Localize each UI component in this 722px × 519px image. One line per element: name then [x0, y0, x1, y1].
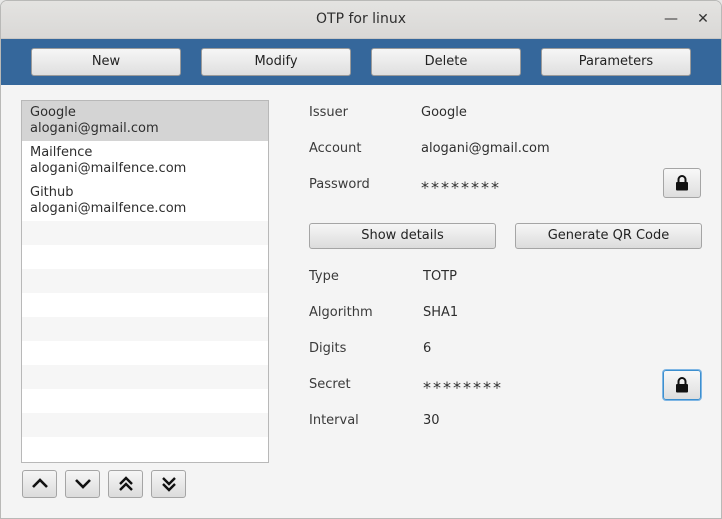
lock-icon	[676, 377, 688, 393]
empty-row	[22, 341, 268, 365]
list-item-issuer: Mailfence	[30, 145, 93, 160]
window-title: OTP for linux	[316, 11, 406, 27]
password-value: ********	[421, 178, 501, 197]
app-window: OTP for linux — ✕ New Modify Delete Para…	[0, 0, 722, 519]
secret-value: ********	[423, 378, 503, 397]
list-item-issuer: Google	[30, 105, 76, 120]
close-button[interactable]: ✕	[694, 10, 712, 28]
secret-lock-button[interactable]	[663, 370, 701, 400]
parameters-button[interactable]: Parameters	[541, 48, 691, 76]
toolbar: New Modify Delete Parameters	[1, 39, 721, 85]
list-item-issuer: Github	[30, 185, 74, 200]
move-top-button[interactable]	[108, 470, 143, 498]
digits-label: Digits	[309, 341, 347, 356]
interval-value: 30	[423, 413, 440, 428]
new-button[interactable]: New	[31, 48, 181, 76]
move-bottom-button[interactable]	[151, 470, 186, 498]
double-chevron-up-icon	[119, 476, 133, 491]
empty-row	[22, 317, 268, 341]
empty-row	[22, 437, 268, 461]
algorithm-label: Algorithm	[309, 305, 373, 320]
type-value: TOTP	[423, 269, 457, 284]
issuer-value: Google	[421, 105, 467, 120]
empty-row	[22, 413, 268, 437]
list-item[interactable]: Github alogani@mailfence.com	[22, 181, 268, 221]
title-bar: OTP for linux — ✕	[1, 1, 721, 39]
move-up-button[interactable]	[22, 470, 57, 498]
double-chevron-down-icon	[162, 477, 176, 492]
move-down-button[interactable]	[65, 470, 100, 498]
empty-row	[22, 293, 268, 317]
empty-row	[22, 365, 268, 389]
account-list[interactable]: Google alogani@gmail.com Mailfence aloga…	[21, 100, 269, 463]
list-item-account: alogani@gmail.com	[30, 121, 159, 136]
lock-icon	[676, 175, 688, 191]
delete-button[interactable]: Delete	[371, 48, 521, 76]
show-details-button[interactable]: Show details	[309, 223, 496, 249]
secret-label: Secret	[309, 377, 351, 392]
modify-button[interactable]: Modify	[201, 48, 351, 76]
list-item-account: alogani@mailfence.com	[30, 201, 187, 216]
empty-row	[22, 269, 268, 293]
account-label: Account	[309, 141, 362, 156]
empty-row	[22, 221, 268, 245]
empty-row	[22, 389, 268, 413]
password-label: Password	[309, 177, 370, 192]
close-icon: ✕	[697, 11, 709, 27]
list-item-account: alogani@mailfence.com	[30, 161, 187, 176]
interval-label: Interval	[309, 413, 359, 428]
generate-qr-button[interactable]: Generate QR Code	[515, 223, 702, 249]
issuer-label: Issuer	[309, 105, 348, 120]
minimize-icon: —	[664, 11, 678, 27]
password-lock-button[interactable]	[663, 168, 701, 198]
algorithm-value: SHA1	[423, 305, 459, 320]
account-value: alogani@gmail.com	[421, 141, 550, 156]
chevron-up-icon	[32, 478, 48, 488]
digits-value: 6	[423, 341, 432, 356]
empty-row	[22, 245, 268, 269]
list-item[interactable]: Google alogani@gmail.com	[22, 101, 268, 141]
chevron-down-icon	[75, 479, 91, 489]
minimize-button[interactable]: —	[662, 10, 680, 28]
list-item[interactable]: Mailfence alogani@mailfence.com	[22, 141, 268, 181]
type-label: Type	[309, 269, 339, 284]
